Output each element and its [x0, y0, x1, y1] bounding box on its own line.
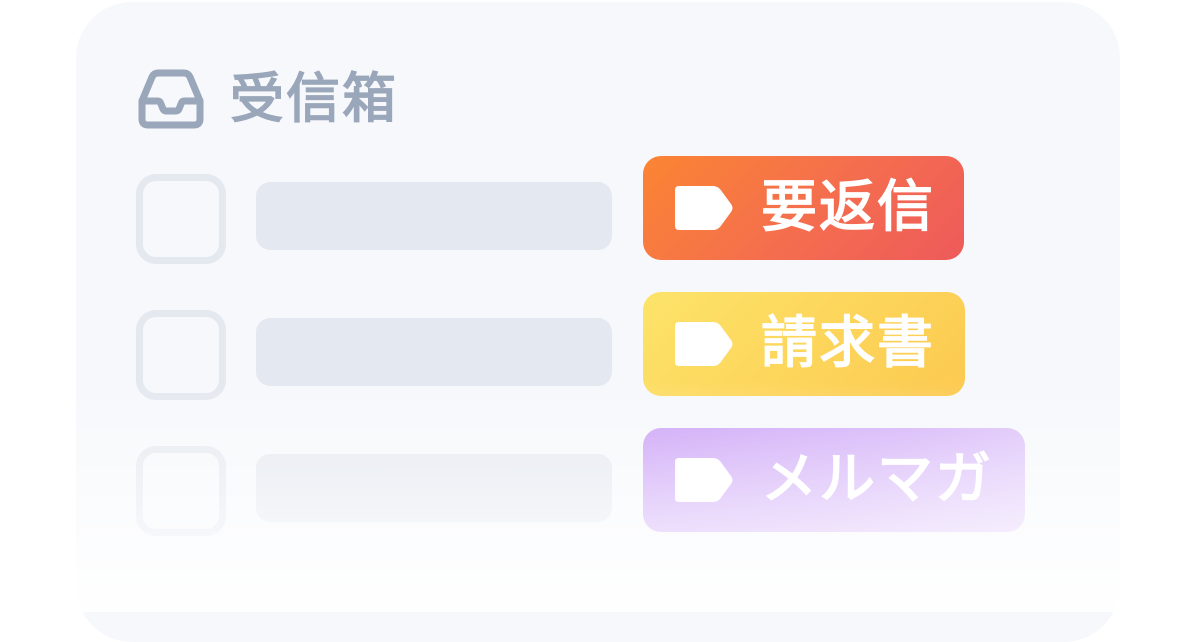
inbox-header: 受信箱	[136, 64, 398, 134]
tag-icon	[675, 322, 733, 366]
label-text: 請求書	[761, 311, 935, 376]
message-placeholder	[256, 318, 612, 386]
label-chip-reply-needed[interactable]: 要返信	[643, 156, 964, 260]
label-chip-invoice[interactable]: 請求書	[643, 292, 965, 396]
message-row[interactable]: 要返信	[136, 156, 1036, 264]
message-placeholder	[256, 182, 612, 250]
label-text: メルマガ	[761, 447, 993, 512]
tag-icon	[675, 458, 733, 502]
message-placeholder	[256, 454, 612, 522]
inbox-tray-icon	[138, 69, 204, 129]
message-row[interactable]: メルマガ	[136, 428, 1036, 536]
label-text: 要返信	[761, 175, 935, 240]
message-checkbox[interactable]	[136, 310, 226, 400]
message-checkbox[interactable]	[136, 446, 226, 536]
tag-icon	[675, 186, 733, 230]
message-row[interactable]: 請求書	[136, 292, 1036, 400]
label-chip-newsletter[interactable]: メルマガ	[643, 428, 1025, 532]
inbox-title: 受信箱	[230, 67, 398, 130]
message-checkbox[interactable]	[136, 174, 226, 264]
